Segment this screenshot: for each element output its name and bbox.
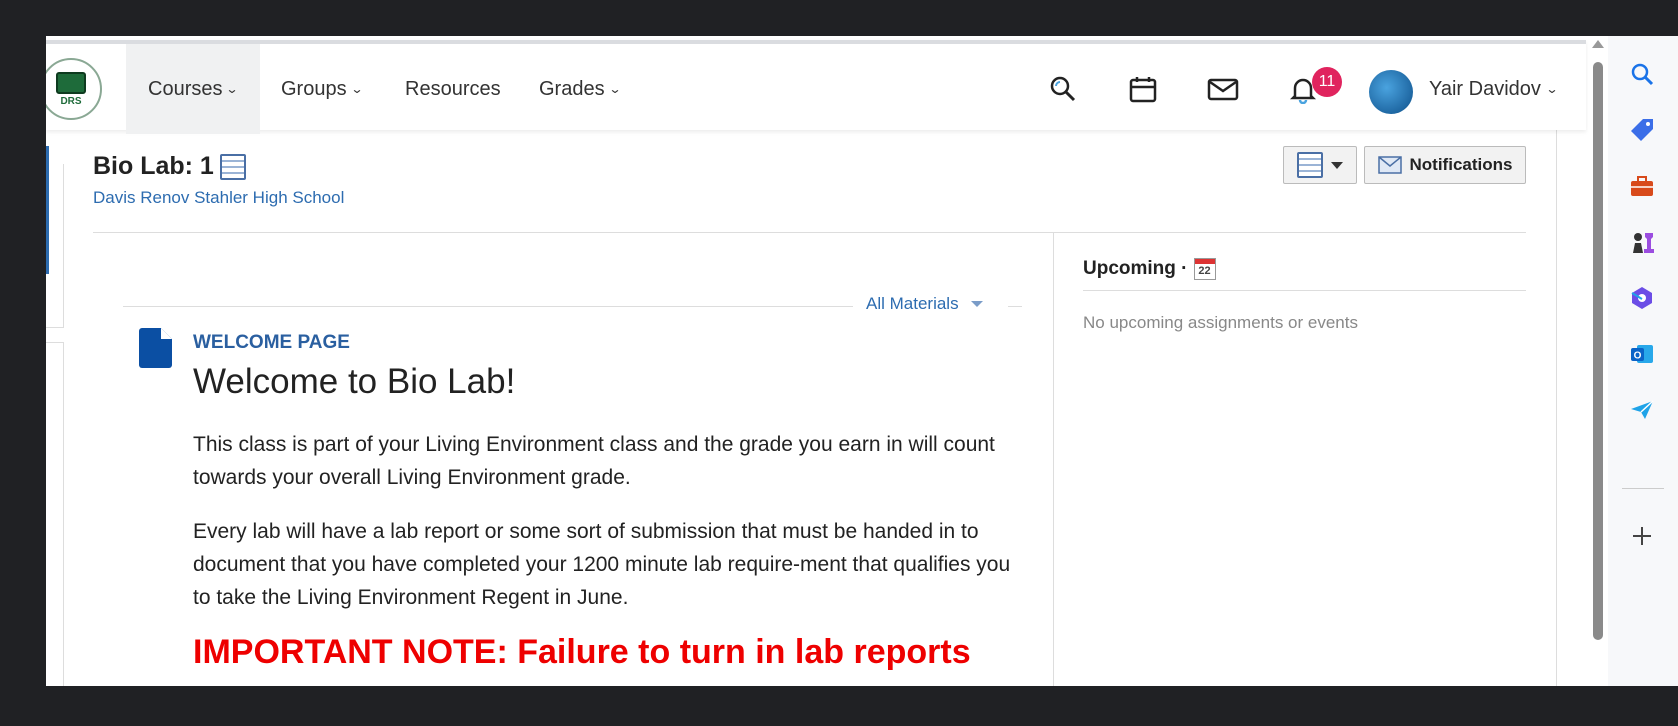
materials-filter-label: All Materials — [866, 294, 959, 313]
nav-groups[interactable]: Groups ⌄ — [259, 44, 384, 134]
page-type-label[interactable]: WELCOME PAGE — [193, 332, 350, 354]
top-navigation: DRS Courses ⌄ Groups ⌄ Resources Grades … — [46, 40, 1586, 134]
caret-down-icon — [1331, 161, 1343, 169]
browser-side-panel: O — [1608, 36, 1678, 686]
nav-groups-label: Groups — [281, 77, 347, 100]
calendar-icon[interactable]: 22 — [1193, 258, 1216, 280]
user-menu[interactable]: Yair Davidov ⌄ — [1429, 44, 1559, 134]
course-title-text: Bio Lab: 1 — [93, 152, 214, 180]
nav-courses[interactable]: Courses ⌄ — [126, 44, 260, 134]
notifications-button[interactable]: Notifications — [1364, 146, 1526, 184]
chevron-down-icon: ⌄ — [225, 82, 240, 96]
page-document-icon — [139, 328, 172, 368]
divider — [1008, 306, 1022, 307]
divider — [123, 306, 853, 307]
chevron-down-icon: ⌄ — [350, 82, 364, 96]
tag-icon[interactable] — [1626, 114, 1658, 146]
envelope-icon — [1377, 156, 1402, 174]
chess-icon[interactable] — [1626, 226, 1658, 258]
nav-grades-label: Grades — [539, 77, 605, 100]
notification-count-badge: 11 — [1312, 67, 1342, 97]
logo-book-icon — [56, 71, 86, 94]
send-icon[interactable] — [1626, 394, 1658, 426]
important-note: IMPORTANT NOTE: Failure to turn in lab r… — [193, 633, 971, 671]
nav-grades[interactable]: Grades ⌄ — [517, 44, 642, 134]
scrollbar-thumb[interactable] — [1593, 62, 1603, 640]
notebook-icon — [1297, 152, 1323, 178]
upcoming-empty-text: No upcoming assignments or events — [1083, 313, 1358, 332]
school-logo[interactable]: DRS — [46, 58, 102, 120]
divider — [93, 232, 1526, 233]
nav-courses-label: Courses — [148, 77, 223, 100]
search-icon[interactable] — [1046, 72, 1080, 106]
notifications-label: Notifications — [1409, 155, 1513, 174]
briefcase-icon[interactable] — [1626, 170, 1658, 202]
content-edge — [1556, 130, 1557, 686]
mail-icon[interactable] — [1206, 72, 1240, 106]
outlook-icon[interactable]: O — [1626, 338, 1658, 370]
page-title: Bio Lab: 1 — [93, 152, 246, 181]
chevron-down-icon: ⌄ — [608, 82, 622, 96]
scroll-up-arrow-icon[interactable] — [1592, 40, 1604, 48]
notebook-icon — [219, 153, 246, 180]
search-icon[interactable] — [1626, 58, 1658, 90]
course-options-button[interactable] — [1283, 146, 1357, 184]
welcome-heading: Welcome to Bio Lab! — [193, 362, 516, 401]
nav-resources[interactable]: Resources — [383, 44, 523, 134]
calendar-icon[interactable] — [1126, 72, 1160, 106]
chevron-down-icon: ⌄ — [1545, 82, 1559, 96]
divider — [1083, 290, 1526, 291]
nav-resources-label: Resources — [405, 77, 501, 100]
welcome-paragraph: Every lab will have a lab report or some… — [193, 520, 1011, 609]
materials-filter-dropdown[interactable]: All Materials — [866, 294, 983, 314]
logo-text: DRS — [60, 95, 82, 107]
svg-text:O: O — [1634, 351, 1642, 362]
caret-down-icon — [970, 301, 983, 307]
user-name: Yair Davidov — [1429, 77, 1541, 100]
browser-viewport: DRS Courses ⌄ Groups ⌄ Resources Grades … — [46, 36, 1608, 686]
column-divider — [1053, 233, 1054, 686]
school-link[interactable]: Davis Renov Stahler High School — [93, 188, 344, 208]
left-panel-edge — [46, 164, 64, 328]
upcoming-heading: Upcoming · 22 — [1083, 258, 1216, 280]
upcoming-title-text: Upcoming · — [1083, 258, 1188, 279]
avatar[interactable] — [1369, 70, 1413, 114]
left-panel-edge — [46, 342, 64, 686]
divider — [1622, 488, 1664, 489]
add-icon[interactable] — [1626, 520, 1658, 552]
copilot-icon[interactable] — [1626, 282, 1658, 314]
welcome-paragraph: This class is part of your Living Enviro… — [193, 433, 995, 489]
